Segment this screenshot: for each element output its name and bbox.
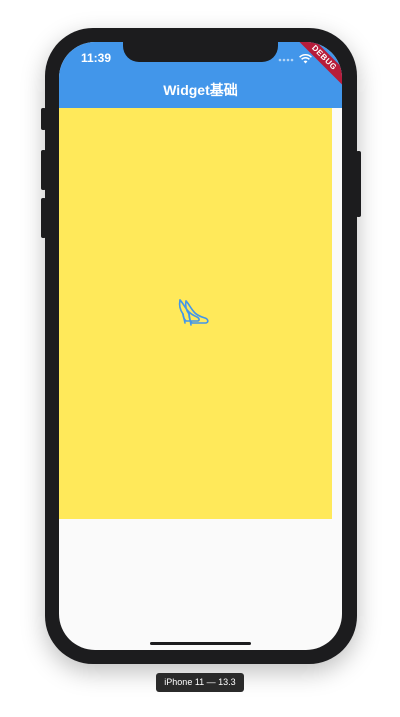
app-bar: 11:39 DEBUG Widget基础: [59, 42, 342, 108]
yellow-container: [59, 108, 332, 519]
page-title: Widget基础: [163, 82, 238, 98]
wifi-icon: [299, 51, 312, 69]
home-indicator[interactable]: [150, 642, 251, 645]
high-heels-icon: [177, 297, 211, 332]
volume-up-button: [41, 150, 46, 190]
phone-screen: 11:39 DEBUG Widget基础: [59, 42, 342, 650]
signal-icon: [278, 51, 294, 69]
device-label: iPhone 11 — 13.3: [156, 673, 244, 692]
status-icons: [278, 51, 312, 69]
notch: [123, 42, 278, 62]
status-time: 11:39: [81, 51, 112, 65]
power-button: [356, 151, 361, 217]
volume-down-button: [41, 198, 46, 238]
mute-switch: [41, 108, 46, 130]
